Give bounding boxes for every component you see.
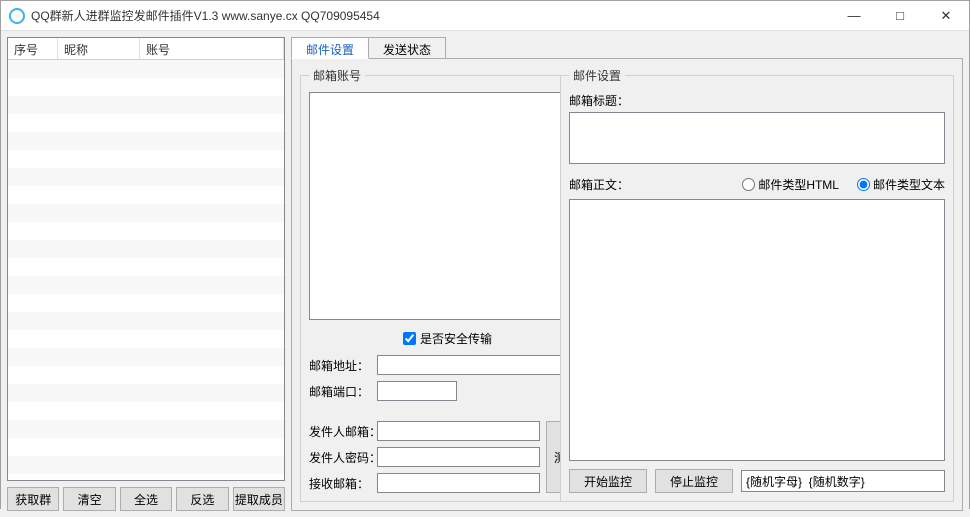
tab-mail-settings[interactable]: 邮件设置 bbox=[291, 37, 369, 59]
table-row[interactable] bbox=[8, 312, 284, 330]
stop-monitor-button[interactable]: 停止监控 bbox=[655, 469, 733, 493]
content-area: 序号 昵称 账号 bbox=[1, 31, 969, 517]
mail-account-column: 邮箱账号 是否安全传输 邮箱地址： 邮箱端口： bbox=[300, 67, 550, 502]
member-table[interactable]: 序号 昵称 账号 bbox=[7, 37, 285, 481]
radio-html[interactable] bbox=[742, 178, 755, 191]
table-row[interactable] bbox=[8, 60, 284, 78]
table-row[interactable] bbox=[8, 78, 284, 96]
mail-title-label: 邮箱标题： bbox=[569, 92, 945, 109]
tab-content: 邮箱账号 是否安全传输 邮箱地址： 邮箱端口： bbox=[291, 58, 963, 511]
minimize-button[interactable]: — bbox=[831, 1, 877, 31]
sender-email-row: 发件人邮箱： bbox=[309, 421, 540, 441]
select-all-button[interactable]: 全选 bbox=[120, 487, 172, 511]
close-button[interactable]: ✕ bbox=[923, 1, 969, 31]
app-icon bbox=[9, 8, 25, 24]
body-head: 邮箱正文： 邮件类型HTML 邮件类型文本 bbox=[569, 176, 945, 193]
table-row[interactable] bbox=[8, 294, 284, 312]
table-row[interactable] bbox=[8, 132, 284, 150]
table-row[interactable] bbox=[8, 258, 284, 276]
tab-send-status[interactable]: 发送状态 bbox=[368, 37, 446, 59]
table-row[interactable] bbox=[8, 420, 284, 438]
left-panel: 序号 昵称 账号 bbox=[7, 37, 285, 511]
mail-account-textarea[interactable] bbox=[309, 92, 586, 320]
secure-row: 是否安全传输 bbox=[309, 330, 586, 347]
mail-port-input[interactable] bbox=[377, 381, 457, 401]
col-index[interactable]: 序号 bbox=[8, 38, 58, 59]
sender-email-label: 发件人邮箱： bbox=[309, 423, 373, 440]
table-row[interactable] bbox=[8, 438, 284, 456]
mail-address-row: 邮箱地址： bbox=[309, 355, 586, 375]
template-input[interactable] bbox=[741, 470, 945, 492]
mail-type-radiogroup: 邮件类型HTML 邮件类型文本 bbox=[742, 176, 945, 193]
table-row[interactable] bbox=[8, 186, 284, 204]
recv-label: 接收邮箱： bbox=[309, 475, 373, 492]
mail-account-fieldset: 邮箱账号 是否安全传输 邮箱地址： 邮箱端口： bbox=[300, 67, 595, 502]
recv-input[interactable] bbox=[377, 473, 540, 493]
table-row[interactable] bbox=[8, 150, 284, 168]
table-row[interactable] bbox=[8, 168, 284, 186]
mail-settings-fieldset: 邮件设置 邮箱标题： 邮箱正文： 邮件类型HTML bbox=[560, 67, 954, 502]
table-row[interactable] bbox=[8, 384, 284, 402]
secure-label: 是否安全传输 bbox=[420, 330, 492, 347]
fetch-group-button[interactable]: 获取群 bbox=[7, 487, 59, 511]
mail-address-label: 邮箱地址： bbox=[309, 357, 373, 374]
sender-block: 发件人邮箱： 发件人密码： 接收邮箱： bbox=[309, 421, 586, 493]
right-panel: 邮件设置 发送状态 邮箱账号 是否安全传输 邮箱地址： bbox=[291, 37, 963, 511]
sender-pwd-label: 发件人密码： bbox=[309, 449, 373, 466]
main-window: QQ群新人进群监控发邮件插件V1.3 www.sanye.cx QQ709095… bbox=[0, 0, 970, 509]
mail-port-row: 邮箱端口： bbox=[309, 381, 586, 401]
invert-selection-button[interactable]: 反选 bbox=[176, 487, 228, 511]
window-title: QQ群新人进群监控发邮件插件V1.3 www.sanye.cx QQ709095… bbox=[31, 7, 380, 24]
extract-members-button[interactable]: 提取成员 bbox=[233, 487, 285, 511]
table-row[interactable] bbox=[8, 240, 284, 258]
recv-row: 接收邮箱： bbox=[309, 473, 540, 493]
radio-html-label[interactable]: 邮件类型HTML bbox=[742, 176, 839, 193]
radio-text[interactable] bbox=[857, 178, 870, 191]
left-button-row: 获取群 清空 全选 反选 提取成员 bbox=[7, 487, 285, 511]
table-row[interactable] bbox=[8, 402, 284, 420]
col-nickname[interactable]: 昵称 bbox=[58, 38, 140, 59]
sender-pwd-input[interactable] bbox=[377, 447, 540, 467]
mail-port-label: 邮箱端口： bbox=[309, 383, 373, 400]
maximize-button[interactable]: □ bbox=[877, 1, 923, 31]
mail-address-input[interactable] bbox=[377, 355, 586, 375]
table-row[interactable] bbox=[8, 276, 284, 294]
table-row[interactable] bbox=[8, 114, 284, 132]
mail-settings-legend: 邮件设置 bbox=[569, 67, 625, 84]
table-row[interactable] bbox=[8, 330, 284, 348]
clear-button[interactable]: 清空 bbox=[63, 487, 115, 511]
sender-pwd-row: 发件人密码： bbox=[309, 447, 540, 467]
radio-text-label[interactable]: 邮件类型文本 bbox=[857, 176, 945, 193]
mail-body-textarea[interactable] bbox=[569, 199, 945, 461]
table-row[interactable] bbox=[8, 348, 284, 366]
table-row[interactable] bbox=[8, 222, 284, 240]
sender-email-input[interactable] bbox=[377, 421, 540, 441]
table-row[interactable] bbox=[8, 204, 284, 222]
mail-settings-column: 邮件设置 邮箱标题： 邮箱正文： 邮件类型HTML bbox=[560, 67, 954, 502]
start-monitor-button[interactable]: 开始监控 bbox=[569, 469, 647, 493]
table-row[interactable] bbox=[8, 456, 284, 474]
table-row[interactable] bbox=[8, 366, 284, 384]
mail-body-label: 邮箱正文： bbox=[569, 176, 742, 193]
mail-title-textarea[interactable] bbox=[569, 112, 945, 164]
tab-bar: 邮件设置 发送状态 bbox=[291, 37, 963, 59]
table-row[interactable] bbox=[8, 96, 284, 114]
table-header: 序号 昵称 账号 bbox=[8, 38, 284, 60]
mail-account-legend: 邮箱账号 bbox=[309, 67, 365, 84]
table-body bbox=[8, 60, 284, 480]
col-account[interactable]: 账号 bbox=[140, 38, 284, 59]
titlebar: QQ群新人进群监控发邮件插件V1.3 www.sanye.cx QQ709095… bbox=[1, 1, 969, 31]
monitor-row: 开始监控 停止监控 bbox=[569, 469, 945, 493]
secure-checkbox[interactable] bbox=[403, 332, 416, 345]
